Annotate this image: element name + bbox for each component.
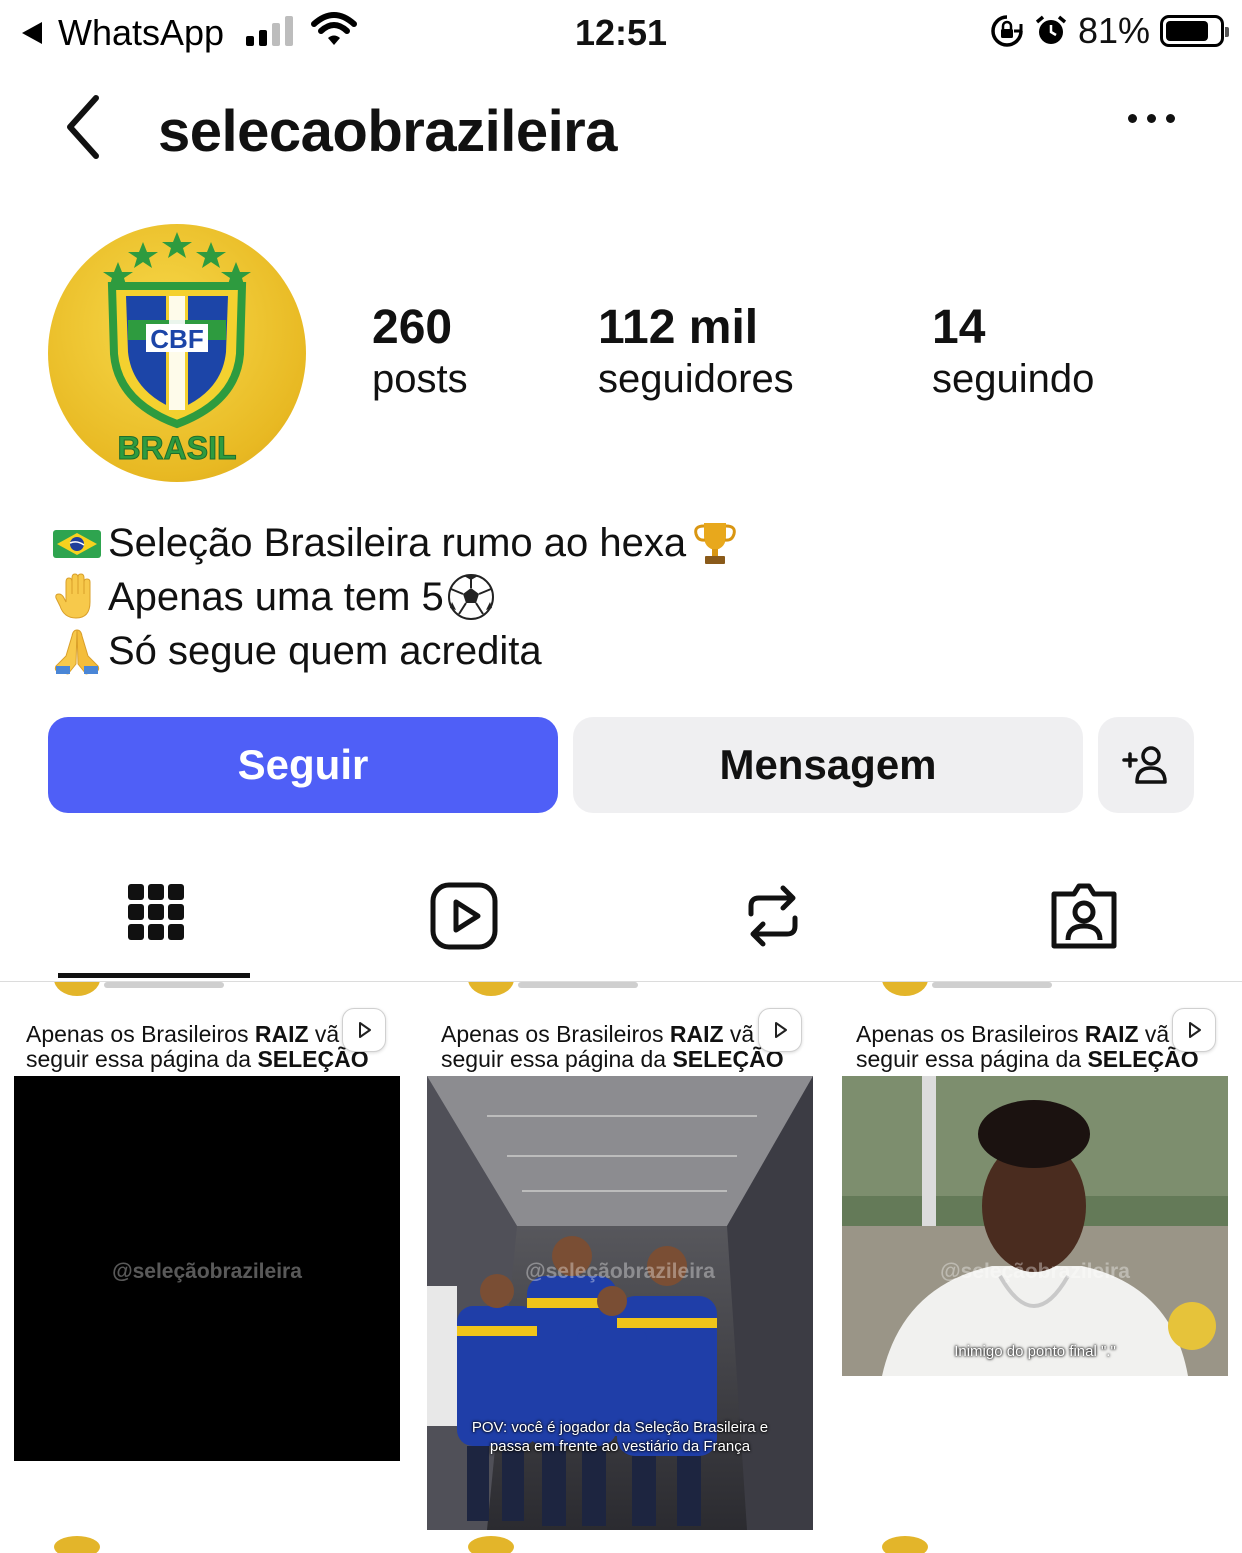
more-options-icon[interactable] [1128,114,1175,123]
cbf-crest-logo: CBF BRASIL [103,232,251,467]
alarm-icon [1035,15,1067,44]
profile-header: selecaobrazileira [0,80,1242,176]
stat-posts[interactable]: 260 posts [372,300,468,402]
grid-icon [128,884,184,940]
grid-post-2[interactable]: Apenas os Brasileiros RAIZ vã seguir ess… [414,982,828,1542]
profile-avatar[interactable]: CBF BRASIL [48,224,306,482]
post-handle-peek [104,982,224,988]
follow-button[interactable]: Seguir [48,717,558,813]
posts-label: posts [372,357,468,401]
post-media: @seleçãobrazileira [14,1076,400,1461]
following-count: 14 [932,301,986,354]
svg-text:BRASIL: BRASIL [117,430,236,466]
bio-text-2: Apenas uma tem 5 [108,575,444,619]
posts-count: 260 [372,301,453,354]
tab-tagged[interactable] [1048,880,1120,952]
followers-count: 112 mil [598,301,759,354]
post-handle-peek [932,982,1052,988]
bio-line: Só segue quem acredita [52,624,746,678]
post-media: @seleçãobrazileira POV: você é jogador d… [427,1076,813,1530]
player-portrait-image [842,1076,1228,1376]
next-row-avatar-peek [882,1536,928,1553]
status-bar: WhatsApp 12:51 81% [0,0,1242,64]
tab-grid[interactable] [120,880,192,952]
profile-bio: Seleção Brasileira rumo ao hexa Apenas u… [52,516,746,678]
reel-play-icon [1172,1008,1216,1052]
battery-percent: 81% [1077,10,1150,51]
post-handle-peek [518,982,638,988]
bio-text-1: Seleção Brasileira rumo ao hexa [108,521,687,565]
next-row-avatar-peek [468,1536,514,1553]
folded-hands-icon [54,629,100,675]
add-person-icon [1122,746,1167,784]
bio-line: Apenas uma tem 5 [52,570,746,624]
raised-hand-icon [55,573,91,619]
tab-reels[interactable] [428,880,500,952]
reel-play-icon [342,1008,386,1052]
next-row-avatar-peek [54,1536,100,1553]
stat-followers[interactable]: 112 mil seguidores [598,300,794,402]
post-media: @seleçãobrazileira Inimigo do ponto fina… [842,1076,1228,1376]
reels-play-icon [430,882,498,950]
bio-line: Seleção Brasileira rumo ao hexa [52,516,746,570]
post-avatar-peek [54,982,100,996]
tagged-person-icon [1051,883,1117,949]
stat-following[interactable]: 14 seguindo [932,300,1094,402]
post-overlay-text: POV: você é jogador da Seleção Brasileir… [471,1419,769,1455]
grid-post-3[interactable]: Apenas os Brasileiros RAIZ vã seguir ess… [828,982,1242,1542]
back-chevron-icon[interactable] [58,92,110,162]
tab-reposts[interactable] [737,880,809,952]
post-avatar-peek [468,982,514,996]
post-avatar-peek [882,982,928,996]
tunnel-players-image [427,1076,813,1530]
brazil-flag-icon [53,530,101,558]
post-overlay-text: Inimigo do ponto final "." [954,1343,1116,1360]
battery-icon [1160,15,1229,47]
trophy-icon [694,523,736,564]
grid-post-1[interactable]: Apenas os Brasileiros RAIZ vã seguir ess… [0,982,414,1542]
suggested-accounts-button[interactable] [1098,717,1194,813]
active-tab-indicator [58,973,250,978]
profile-username: selecaobrazileira [158,99,618,164]
post-watermark: @seleçãobrazileira [525,1260,715,1283]
followers-label: seguidores [598,357,794,401]
repost-icon [748,885,798,947]
soccer-ball-icon [447,574,494,620]
svg-text:CBF: CBF [150,324,203,354]
reel-play-icon [758,1008,802,1052]
message-button[interactable]: Mensagem [573,717,1083,813]
post-watermark: @seleçãobrazileira [940,1260,1130,1283]
profile-tabs [0,860,1242,982]
rotation-lock-icon [991,15,1023,47]
following-label: seguindo [932,357,1095,401]
post-watermark: @seleçãobrazileira [112,1260,302,1283]
bio-text-3: Só segue quem acredita [108,629,542,673]
